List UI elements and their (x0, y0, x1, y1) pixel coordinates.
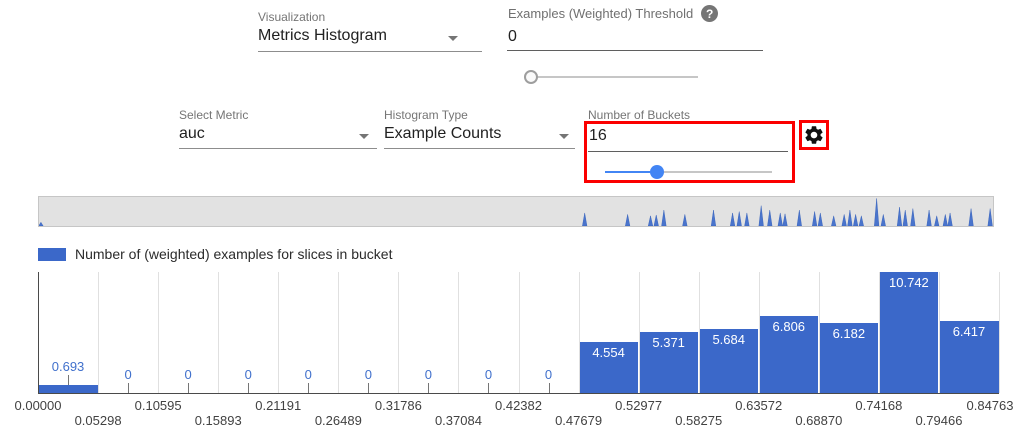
gridline (398, 272, 399, 393)
bar-value-label: 0.693 (52, 359, 85, 374)
bar-value-label: 0 (485, 367, 492, 382)
annotation-stem (488, 383, 489, 393)
x-axis-tick-label: 0.63572 (735, 398, 782, 413)
annotation-stem (68, 375, 69, 385)
gridline (98, 272, 99, 393)
bar-value-label: 4.554 (592, 345, 625, 360)
x-axis-tick-label: 0.79466 (915, 413, 962, 428)
x-axis-tick-label: 0.00000 (15, 398, 62, 413)
gridline (218, 272, 219, 393)
metrics-histogram-panel: Visualization Metrics Histogram Examples… (0, 0, 1024, 432)
annotation-stem (188, 383, 189, 393)
x-axis-tick-label: 0.31786 (375, 398, 422, 413)
gridline (999, 272, 1000, 393)
bar-value-label: 5.684 (712, 332, 745, 347)
x-axis-tick-label: 0.47679 (555, 413, 602, 428)
bar-value-label: 6.182 (833, 326, 866, 341)
gridline (278, 272, 279, 393)
bar-value-label: 0 (124, 367, 131, 382)
x-axis-tick-label: 0.68870 (795, 413, 842, 428)
bar-value-label: 0 (305, 367, 312, 382)
bar-value-label: 0 (185, 367, 192, 382)
bar-value-label: 6.806 (773, 319, 806, 334)
x-axis-tick-label: 0.74168 (855, 398, 902, 413)
bar-value-label: 5.371 (652, 335, 685, 350)
annotation-stem (368, 383, 369, 393)
gridline (519, 272, 520, 393)
y-axis-line (38, 272, 39, 393)
x-axis-tick-label: 0.58275 (675, 413, 722, 428)
annotation-stem (428, 383, 429, 393)
gridline (338, 272, 339, 393)
x-axis-tick-label: 0.15893 (195, 413, 242, 428)
bar-value-label: 0 (425, 367, 432, 382)
bar-value-label: 0 (365, 367, 372, 382)
x-axis-tick-label: 0.42382 (495, 398, 542, 413)
histogram-chart: 0.693 0 0 0 0 0 0 0 0 4.554 5.371 5.684 6.806 6.182 10… (0, 0, 1024, 432)
annotation-stem (248, 383, 249, 393)
x-axis-tick-label: 0.84763 (967, 398, 1014, 413)
histogram-bar[interactable] (39, 385, 98, 393)
x-axis-tick-label: 0.10595 (135, 398, 182, 413)
annotation-stem (308, 383, 309, 393)
x-axis-tick-label: 0.05298 (75, 413, 122, 428)
gridline (158, 272, 159, 393)
annotation-stem (549, 383, 550, 393)
x-axis-tick-label: 0.52977 (615, 398, 662, 413)
gridline (458, 272, 459, 393)
bar-value-label: 10.742 (889, 275, 929, 290)
x-axis-baseline (38, 393, 999, 394)
bar-value-label: 6.417 (953, 324, 986, 339)
x-axis-tick-label: 0.21191 (255, 398, 301, 413)
annotation-stem (128, 383, 129, 393)
x-axis-tick-label: 0.37084 (435, 413, 482, 428)
bar-value-label: 0 (545, 367, 552, 382)
bar-value-label: 0 (245, 367, 252, 382)
histogram-bar[interactable] (880, 272, 939, 393)
x-axis-tick-label: 0.26489 (315, 413, 362, 428)
